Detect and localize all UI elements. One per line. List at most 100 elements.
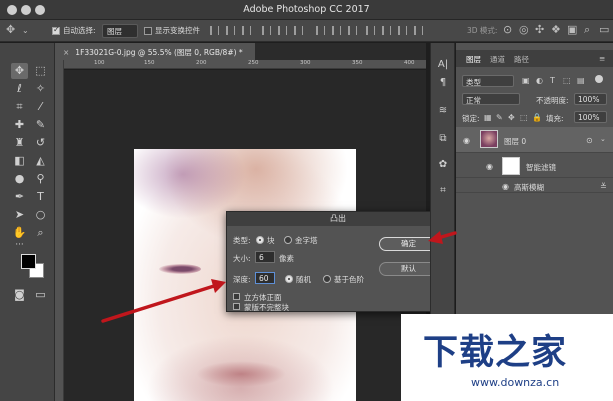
auto-select-checkbox[interactable]: [52, 25, 60, 35]
distribute-right-icon[interactable]: [398, 26, 407, 35]
clone-stamp-tool-icon[interactable]: ♜: [11, 135, 28, 151]
filter-shape-icon[interactable]: ⬚: [563, 76, 571, 85]
type-tool-icon[interactable]: T: [32, 189, 49, 205]
smart-filter-mask-thumbnail: [502, 157, 520, 175]
3d-panel-icon[interactable]: ⧉: [435, 133, 451, 147]
path-selection-tool-icon[interactable]: ➤: [11, 207, 28, 223]
distribute-centers-icon[interactable]: [332, 26, 341, 35]
lock-all-icon[interactable]: 🔒: [532, 113, 542, 122]
expand-caret-icon[interactable]: ⌄: [600, 135, 606, 143]
chevron-down-icon[interactable]: ⌄: [22, 26, 29, 35]
visibility-eye-icon[interactable]: ◉: [463, 136, 470, 145]
crop-panel-icon[interactable]: ⌗: [435, 185, 451, 199]
portrait-lips: [196, 361, 286, 387]
show-transform-checkbox[interactable]: [144, 27, 152, 35]
ellipse-tool-icon[interactable]: ○: [32, 207, 49, 223]
history-brush-tool-icon[interactable]: ↺: [32, 135, 49, 151]
filter-adjustment-icon[interactable]: ◐: [536, 76, 543, 85]
3d-slide-icon[interactable]: ❖: [551, 23, 561, 36]
align-horizontal-centers-icon[interactable]: [226, 26, 235, 35]
quick-mask-icon[interactable]: ◙: [11, 287, 28, 303]
filter-type-icon[interactable]: T: [550, 76, 555, 85]
tab-paths[interactable]: 路径: [514, 54, 529, 65]
size-input[interactable]: 6: [255, 251, 275, 263]
tab-layers[interactable]: 图层: [466, 54, 481, 65]
panel-menu-icon[interactable]: ≡: [599, 54, 605, 63]
filter-kind-dropdown[interactable]: 类型: [462, 75, 514, 87]
filter-toggle-icon[interactable]: [595, 75, 603, 83]
lock-pixels-icon[interactable]: ✎: [496, 113, 503, 122]
lock-artboard-icon[interactable]: ⬚: [520, 113, 528, 122]
smart-filters-row[interactable]: ◉ 智能滤镜: [456, 154, 613, 178]
lock-transparent-icon[interactable]: ▦: [484, 113, 492, 122]
pen-tool-icon[interactable]: ✒: [11, 189, 28, 205]
filter-options-icon[interactable]: ≚: [600, 182, 607, 191]
screen-mode-icon[interactable]: ▭: [32, 287, 49, 303]
layers-stack-icon[interactable]: ≋: [435, 105, 451, 119]
dodge-tool-icon[interactable]: ⚲: [32, 171, 49, 187]
eraser-tool-icon[interactable]: ◧: [11, 153, 28, 169]
zoom-tool-icon[interactable]: ⌕: [32, 225, 49, 241]
depth-label: 深度:: [233, 275, 251, 284]
search-icon[interactable]: ⌕: [584, 23, 590, 37]
align-bottom-edges-icon[interactable]: [294, 26, 303, 35]
gaussian-blur-label: 高斯模糊: [514, 183, 544, 192]
visibility-eye-icon[interactable]: ◉: [486, 162, 493, 171]
swatches-panel-icon[interactable]: ✿: [435, 159, 451, 173]
filter-pixel-icon[interactable]: ▣: [522, 76, 530, 85]
opacity-input[interactable]: 100%: [574, 93, 607, 105]
3d-orbit-icon[interactable]: ⊙: [503, 23, 512, 36]
depth-input[interactable]: 60: [255, 272, 275, 284]
type-block-radio[interactable]: [256, 236, 264, 244]
lock-position-icon[interactable]: ✥: [508, 113, 515, 122]
3d-scale-icon[interactable]: ▣: [567, 23, 577, 36]
align-left-edges-icon[interactable]: [210, 26, 219, 35]
character-panel-icon[interactable]: A|: [435, 59, 451, 73]
filter-effect-row[interactable]: ◉ 高斯模糊 ≚: [456, 179, 613, 193]
3d-pan-icon[interactable]: ✣: [535, 23, 544, 36]
document-tab[interactable]: × 1F33021G-0.jpg @ 55.5% (图层 0, RGB/8#) *: [55, 43, 255, 60]
crop-tool-icon[interactable]: ⌗: [11, 99, 28, 115]
paragraph-panel-icon[interactable]: ¶: [435, 77, 451, 91]
filter-smart-object-icon[interactable]: ▤: [577, 76, 585, 85]
align-top-edges-icon[interactable]: [262, 26, 271, 35]
eyedropper-tool-icon[interactable]: ⁄: [32, 99, 49, 115]
distribute-left-icon[interactable]: [366, 26, 375, 35]
align-right-edges-icon[interactable]: [242, 26, 251, 35]
layer-thumbnail: [480, 130, 498, 148]
ruler-tick: 400: [404, 60, 415, 66]
align-vertical-centers-icon[interactable]: [278, 26, 287, 35]
tab-channels[interactable]: 通道: [490, 54, 505, 65]
mask-incomplete-blocks-checkbox[interactable]: [233, 303, 240, 310]
auto-align-layers-icon[interactable]: [414, 26, 423, 35]
more-tools-icon[interactable]: ···: [11, 237, 28, 253]
paint-bucket-tool-icon[interactable]: ◭: [32, 153, 49, 169]
layer-row[interactable]: ◉ 图层 0 ⊙ ⌄: [456, 127, 613, 153]
magic-wand-tool-icon[interactable]: ✧: [32, 81, 49, 97]
distribute-top-icon[interactable]: [316, 26, 325, 35]
workspace-switcher-icon[interactable]: ▭: [599, 23, 609, 36]
solid-front-faces-checkbox[interactable]: [233, 293, 240, 300]
healing-brush-tool-icon[interactable]: ✚: [11, 117, 28, 133]
visibility-eye-icon[interactable]: ◉: [502, 182, 509, 191]
move-tool-icon[interactable]: ✥: [11, 63, 28, 79]
3d-roll-icon[interactable]: ◎: [519, 23, 529, 36]
lasso-tool-icon[interactable]: ℓ: [11, 81, 28, 97]
depth-level-based-radio[interactable]: [323, 275, 331, 283]
foreground-color-swatch[interactable]: [21, 254, 36, 269]
depth-random-radio[interactable]: [285, 275, 293, 283]
ruler-tick: 200: [196, 60, 207, 66]
auto-select-dropdown[interactable]: 图层: [102, 24, 138, 38]
type-pyramid-radio[interactable]: [284, 236, 292, 244]
fill-input[interactable]: 100%: [574, 111, 607, 123]
watermark-url: www.downza.cn: [471, 376, 560, 389]
distribute-horizontal-icon[interactable]: [382, 26, 391, 35]
distribute-bottom-icon[interactable]: [348, 26, 357, 35]
blur-tool-icon[interactable]: ●: [11, 171, 28, 187]
brush-tool-icon[interactable]: ✎: [32, 117, 49, 133]
marquee-tool-icon[interactable]: ⬚: [32, 63, 49, 79]
show-transform-label: 显示变换控件: [155, 26, 200, 35]
blend-mode-dropdown[interactable]: 正常: [462, 93, 520, 105]
close-tab-icon[interactable]: ×: [63, 48, 69, 57]
dialog-title: 凸出: [227, 212, 449, 226]
